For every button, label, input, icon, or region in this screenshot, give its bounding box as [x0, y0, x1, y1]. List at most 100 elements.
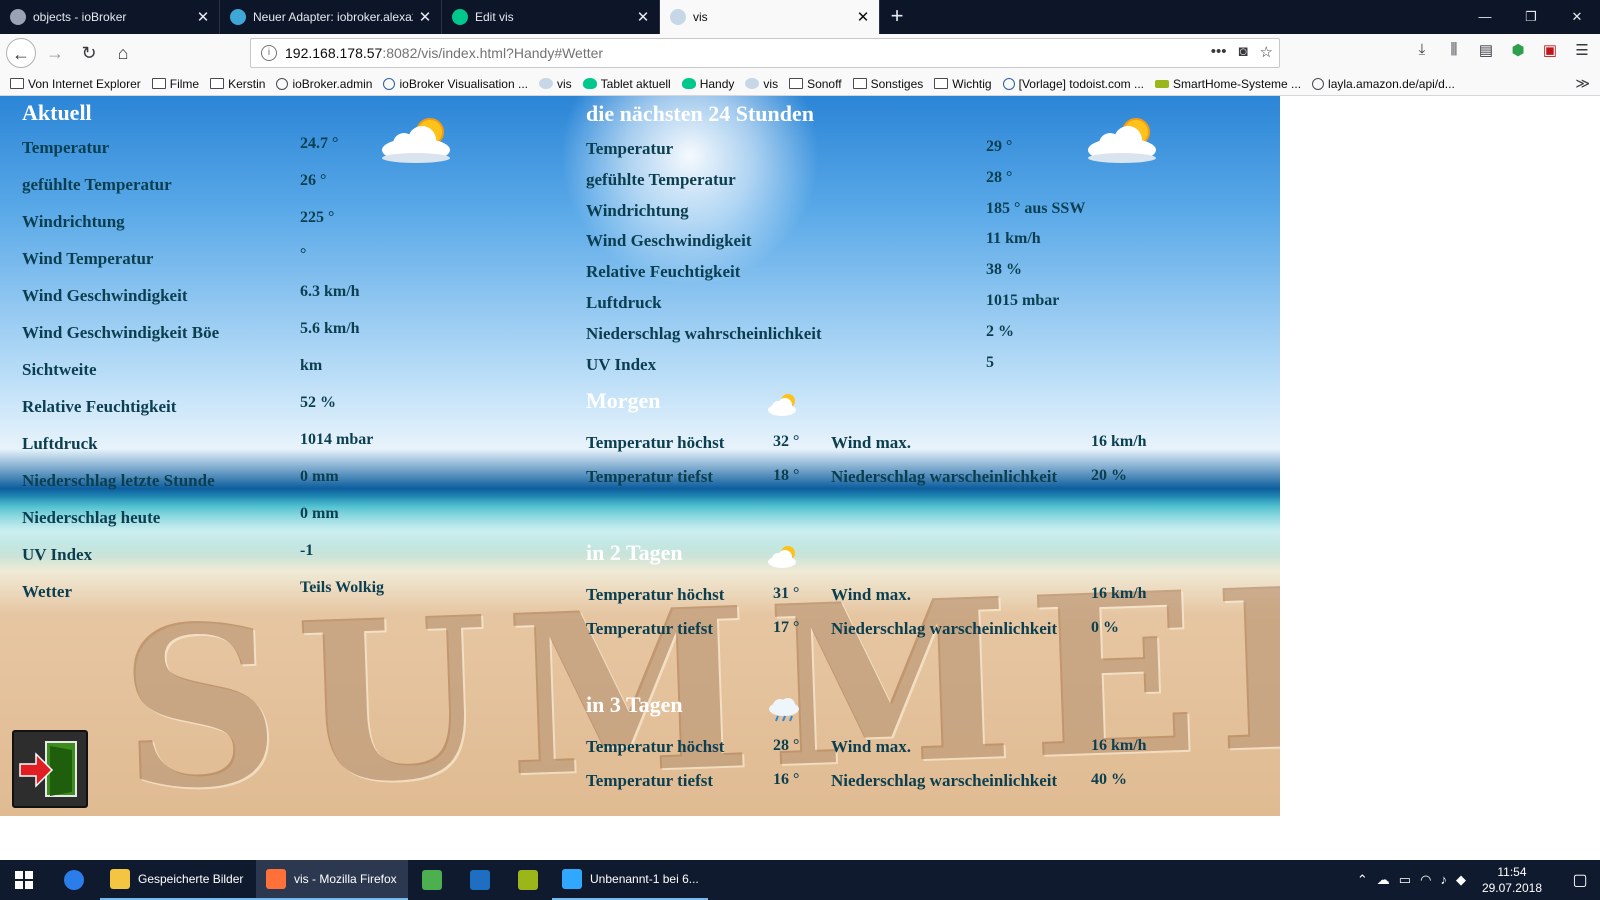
bookmark-item[interactable]: Wichtig [934, 76, 992, 91]
bookmark-item[interactable]: Sonoff [789, 77, 842, 91]
tab-close-icon[interactable]: ✕ [191, 8, 215, 26]
info-icon [1002, 77, 1015, 90]
browser-tab[interactable]: Edit vis ✕ [442, 0, 660, 34]
bookmark-item[interactable]: Handy [681, 77, 734, 91]
bookmark-item[interactable]: ioBroker.admin [276, 77, 372, 91]
url-bar[interactable]: i 192.168.178.57 :8082/vis/index.html?Ha… [250, 38, 1280, 68]
next24-value: 28 ° [986, 168, 1013, 186]
browser-tab[interactable]: objects - ioBroker ✕ [0, 0, 220, 34]
bookmark-item[interactable]: vis [745, 77, 778, 91]
current-label: Wind Temperatur [22, 249, 154, 268]
taskbar-item[interactable] [408, 860, 456, 900]
bookmark-item[interactable]: Von Internet Explorer [10, 77, 141, 91]
bookmark-item[interactable]: ioBroker Visualisation ... [383, 77, 528, 91]
restore-button[interactable]: ❐ [1508, 0, 1554, 34]
tab-title: Neuer Adapter: iobroker.alexa2 [253, 10, 413, 24]
bookmark-label: ioBroker.admin [292, 76, 373, 91]
minimize-button[interactable]: — [1462, 0, 1508, 34]
tab-close-icon[interactable]: ✕ [851, 8, 875, 26]
back-button[interactable]: ← [6, 38, 36, 68]
tab-title: vis [693, 10, 708, 24]
sidebar-icon[interactable]: ▤ [1476, 41, 1496, 59]
forecast-rain-label: Niederschlag warscheinlichkeit [831, 771, 1058, 790]
exit-button[interactable] [12, 730, 88, 808]
next24-label: UV Index [586, 354, 657, 374]
browser-tab[interactable]: Neuer Adapter: iobroker.alexa2 ✕ [220, 0, 442, 34]
current-title: Aktuell [22, 100, 92, 125]
globe-icon [276, 77, 289, 90]
bookmark-item[interactable]: vis [539, 77, 572, 91]
bookmark-item[interactable]: SmartHome-Systeme ... [1155, 77, 1301, 91]
page-actions-icon[interactable]: ••• [1211, 43, 1227, 61]
bookmark-label: ioBroker Visualisation ... [399, 76, 528, 91]
taskbar-item[interactable] [456, 860, 504, 900]
folder-icon [210, 78, 225, 89]
taskbar-item-label: vis - Mozilla Firefox [294, 872, 397, 886]
navigation-bar: ← → ↻ ⌂ i 192.168.178.57 :8082/vis/index… [0, 34, 1600, 72]
volume-icon[interactable]: ♪ [1440, 872, 1447, 888]
next24-value: 29 ° [986, 138, 1013, 155]
partly-cloudy-icon [1088, 118, 1156, 163]
current-value: 0 mm [300, 505, 339, 522]
forecast-rain-value: 20 % [1091, 467, 1127, 484]
tab-close-icon[interactable]: ✕ [413, 8, 437, 26]
taskbar-item[interactable] [504, 860, 552, 900]
home-button[interactable]: ⌂ [108, 38, 138, 68]
next24-value: 2 % [986, 322, 1014, 340]
pdf-extension-icon[interactable]: ▣ [1540, 41, 1560, 59]
start-button[interactable] [0, 860, 48, 900]
current-label: Relative Feuchtigkeit [22, 397, 177, 416]
tab-title: Edit vis [475, 10, 514, 24]
bookmark-star-icon[interactable]: ☆ [1260, 43, 1273, 61]
onedrive-icon[interactable]: ☁ [1377, 872, 1390, 888]
current-value: 26 ° [300, 172, 327, 189]
next24-value: 1015 mbar [986, 292, 1060, 309]
bookmark-item[interactable]: Sonstiges [852, 77, 923, 91]
dropbox-icon[interactable]: ◆ [1456, 872, 1466, 888]
current-label: Temperatur [22, 138, 110, 157]
bookmark-label: Tablet aktuell [600, 76, 671, 91]
battery-icon[interactable]: ▭ [1399, 872, 1411, 888]
bookmark-item[interactable]: Filme [151, 77, 199, 91]
forward-button[interactable]: → [40, 38, 70, 68]
folder-icon [10, 78, 24, 89]
taskbar-item[interactable]: Unbenannt-1 bei 6... [552, 860, 708, 900]
new-tab-button[interactable]: + [880, 0, 914, 34]
taskbar-item[interactable]: Gespeicherte Bilder [100, 860, 256, 900]
forecast-temp-low-label: Temperatur tiefst [586, 619, 714, 638]
library-icon[interactable]: ⫼ [1444, 41, 1464, 59]
downloads-icon[interactable]: ⤓ [1412, 41, 1432, 59]
clock[interactable]: 11:54 29.07.2018 [1482, 864, 1542, 896]
taskbar-item[interactable]: vis - Mozilla Firefox [256, 860, 408, 900]
clock-time: 11:54 [1497, 865, 1527, 879]
url-path: :8082/vis/index.html?Handy#Wetter [382, 45, 604, 61]
bookmark-item[interactable]: Tablet aktuell [582, 76, 671, 91]
bookmarks-overflow-icon[interactable]: ≫ [1575, 75, 1590, 92]
forecast-temp-low-label: Temperatur tiefst [586, 771, 714, 790]
forecast-temp-high-label: Temperatur höchst [586, 585, 725, 604]
reload-button[interactable]: ↻ [74, 38, 104, 68]
forecast-rain-value: 0 % [1091, 619, 1119, 636]
cloud-icon [539, 78, 553, 89]
current-label: Wind Geschwindigkeit [22, 286, 188, 305]
wifi-icon[interactable]: ◠ [1420, 872, 1431, 888]
notification-center-icon[interactable]: ▢ [1560, 870, 1600, 890]
bookmark-item[interactable]: layla.amazon.de/api/d... [1312, 77, 1455, 91]
bookmark-item[interactable]: Kerstin [210, 77, 265, 91]
tab-close-icon[interactable]: ✕ [631, 8, 655, 26]
extension-icon[interactable]: ⬢ [1508, 41, 1528, 59]
bookmark-label: Wichtig [952, 76, 992, 91]
current-value: Teils Wolkig [300, 579, 385, 596]
bird-icon [1155, 79, 1170, 88]
browser-tab[interactable]: vis ✕ [660, 0, 880, 34]
edge-taskbar-icon[interactable] [48, 860, 100, 900]
bookmark-item[interactable]: [Vorlage] todoist.com ... [1002, 77, 1144, 91]
next24-label: Niederschlag wahrscheinlichkeit [586, 323, 822, 343]
pocket-icon[interactable]: ◙ [1238, 43, 1247, 61]
close-window-button[interactable]: ✕ [1554, 0, 1600, 34]
show-hidden-icons[interactable]: ⌃ [1357, 872, 1368, 888]
next24-value: 5 [986, 353, 994, 371]
tab-strip: objects - ioBroker ✕ Neuer Adapter: iobrok… [0, 0, 880, 34]
menu-icon[interactable]: ☰ [1572, 41, 1592, 59]
site-info-icon[interactable]: i [261, 45, 277, 61]
